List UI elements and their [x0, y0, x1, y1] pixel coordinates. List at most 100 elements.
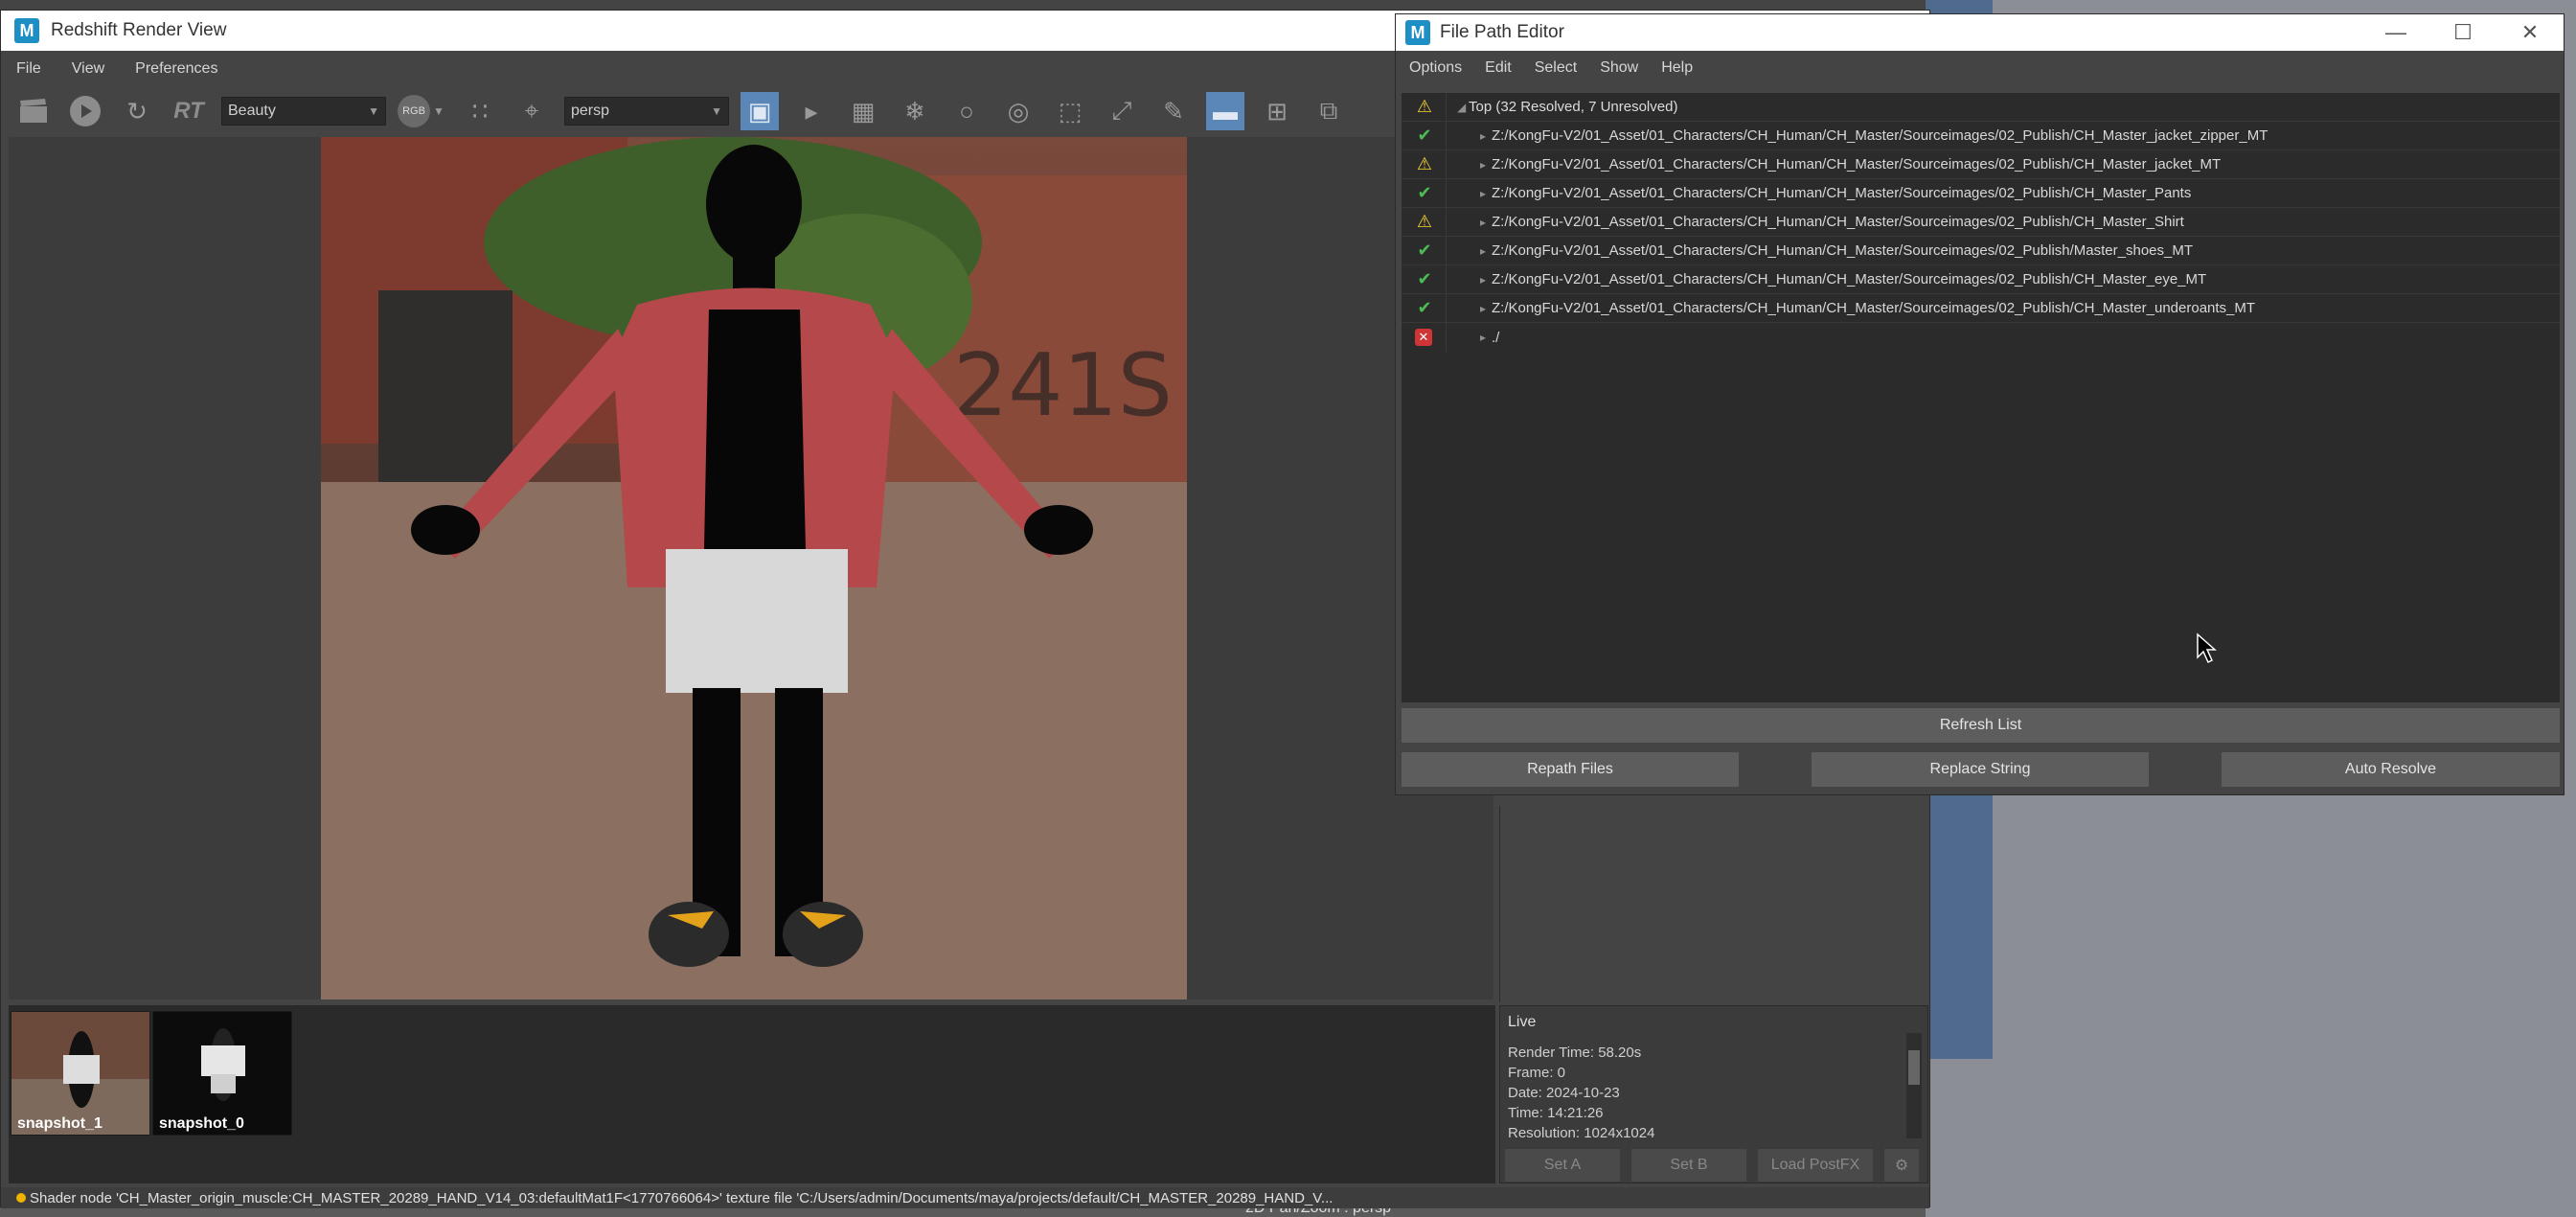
- warning-icon: ⚠: [1416, 97, 1433, 116]
- checkmark-icon: ✔: [1417, 241, 1432, 260]
- file-path-text: Z:/KongFu-V2/01_Asset/01_Characters/CH_H…: [1492, 271, 2207, 287]
- set-a-button[interactable]: Set A: [1505, 1149, 1620, 1182]
- checkmark-icon: ✔: [1417, 126, 1432, 145]
- tree-row-top[interactable]: ⚠ ◢ Top (32 Resolved, 7 Unresolved): [1402, 93, 2560, 122]
- snapshot-thumbnail[interactable]: snapshot_1: [11, 1011, 150, 1136]
- file-path-text: Z:/KongFu-V2/01_Asset/01_Characters/CH_H…: [1492, 127, 2268, 144]
- error-icon: ✕: [1415, 329, 1432, 346]
- set-b-button[interactable]: Set B: [1631, 1149, 1746, 1182]
- date-text: Date: 2024-10-23: [1508, 1085, 1620, 1101]
- chevron-down-icon[interactable]: ▼: [430, 92, 447, 130]
- file-path-text: Z:/KongFu-V2/01_Asset/01_Characters/CH_H…: [1492, 156, 2222, 172]
- svg-text:241S: 241S: [953, 335, 1173, 436]
- column-divider: [1446, 294, 1447, 322]
- chevron-right-icon[interactable]: ▸: [1480, 129, 1486, 143]
- menu-file[interactable]: File: [1, 60, 57, 78]
- maya-logo-icon: M: [1405, 20, 1430, 45]
- fpe-titlebar[interactable]: M File Path Editor — ☐ ✕: [1396, 14, 2564, 51]
- info-scrollbar[interactable]: [1906, 1033, 1922, 1138]
- snapshot-thumbnail[interactable]: snapshot_0: [152, 1011, 292, 1136]
- window-controls: — ☐ ✕: [2362, 14, 2564, 51]
- target-icon[interactable]: ◎: [999, 92, 1037, 130]
- file-path-editor-window: M File Path Editor — ☐ ✕ Options Edit Se…: [1395, 13, 2565, 795]
- refresh-list-button[interactable]: Refresh List: [1402, 708, 2560, 743]
- circle-icon[interactable]: ○: [947, 92, 986, 130]
- chevron-right-icon[interactable]: ▸: [1480, 331, 1486, 344]
- menu-edit[interactable]: Edit: [1473, 59, 1523, 77]
- lock-camera-icon[interactable]: ▣: [741, 92, 779, 130]
- table-row[interactable]: ✔ ▸ Z:/KongFu-V2/01_Asset/01_Characters/…: [1402, 122, 2560, 150]
- load-postfx-button[interactable]: Load PostFX: [1758, 1149, 1873, 1182]
- focus-icon[interactable]: ⬚: [1051, 92, 1089, 130]
- render-time-text: Render Time: 58.20s: [1508, 1045, 1642, 1061]
- snapshot-strip: snapshot_1 snapshot_0: [9, 1005, 1495, 1183]
- menu-select[interactable]: Select: [1523, 59, 1588, 77]
- aov-select[interactable]: Beauty ▼: [221, 97, 386, 126]
- table-row[interactable]: ✔ ▸ Z:/KongFu-V2/01_Asset/01_Characters/…: [1402, 294, 2560, 323]
- table-row[interactable]: ✔ ▸ Z:/KongFu-V2/01_Asset/01_Characters/…: [1402, 237, 2560, 265]
- table-row[interactable]: ✔ ▸ Z:/KongFu-V2/01_Asset/01_Characters/…: [1402, 179, 2560, 208]
- snowflake-icon[interactable]: ❄: [896, 92, 934, 130]
- column-divider: [1446, 237, 1447, 264]
- auto-resolve-button[interactable]: Auto Resolve: [2222, 752, 2560, 787]
- rgb-channel-button[interactable]: RGB: [398, 95, 430, 127]
- video-camera-icon[interactable]: ▸: [792, 92, 831, 130]
- time-text: Time: 14:21:26: [1508, 1105, 1604, 1121]
- grid-dots-icon[interactable]: ∷: [461, 92, 499, 130]
- gear-icon[interactable]: ⚙: [1884, 1149, 1919, 1182]
- table-row[interactable]: ✕ ▸ ./: [1402, 323, 2560, 352]
- menu-preferences[interactable]: Preferences: [120, 60, 233, 78]
- copy-icon[interactable]: ⧉: [1310, 92, 1348, 130]
- checkmark-icon: ✔: [1417, 269, 1432, 288]
- info-title: Live: [1508, 1014, 1537, 1030]
- chevron-right-icon[interactable]: ▸: [1480, 302, 1486, 315]
- snapshot-label: snapshot_0: [159, 1115, 244, 1132]
- camera-select[interactable]: persp ▼: [564, 97, 729, 126]
- chevron-right-icon[interactable]: ▸: [1480, 273, 1486, 287]
- status-dot-icon: [16, 1193, 26, 1203]
- repath-files-button[interactable]: Repath Files: [1402, 752, 1739, 787]
- menu-view[interactable]: View: [57, 60, 120, 78]
- warning-icon: ⚠: [1416, 154, 1433, 173]
- file-path-text: Z:/KongFu-V2/01_Asset/01_Characters/CH_H…: [1492, 214, 2184, 230]
- crop-icon[interactable]: ⌖: [513, 92, 551, 130]
- edit-region-icon[interactable]: ✎: [1154, 92, 1193, 130]
- menu-show[interactable]: Show: [1588, 59, 1650, 77]
- column-divider: [1446, 179, 1447, 207]
- chevron-down-icon[interactable]: ◢: [1457, 101, 1466, 114]
- close-icon[interactable]: ✕: [2496, 14, 2564, 51]
- render-viewport[interactable]: 241S: [9, 137, 1493, 999]
- table-row[interactable]: ⚠ ▸ Z:/KongFu-V2/01_Asset/01_Characters/…: [1402, 208, 2560, 237]
- minimize-icon[interactable]: —: [2362, 14, 2429, 51]
- refresh-icon[interactable]: ↻: [118, 92, 156, 130]
- bucket-grid-icon[interactable]: ▦: [844, 92, 882, 130]
- rt-button[interactable]: RT: [170, 92, 208, 130]
- chevron-right-icon[interactable]: ▸: [1480, 216, 1486, 229]
- file-path-text: ./: [1492, 329, 1500, 346]
- file-path-text: Z:/KongFu-V2/01_Asset/01_Characters/CH_H…: [1492, 185, 2192, 201]
- clapperboard-icon[interactable]: [14, 92, 53, 130]
- table-row[interactable]: ⚠ ▸ Z:/KongFu-V2/01_Asset/01_Characters/…: [1402, 150, 2560, 179]
- status-message: Shader node 'CH_Master_origin_muscle:CH_…: [30, 1189, 1334, 1206]
- chevron-down-icon: ▼: [711, 104, 722, 118]
- play-render-icon[interactable]: [66, 92, 104, 130]
- chevron-right-icon[interactable]: ▸: [1480, 187, 1486, 200]
- tree-row-label: Top (32 Resolved, 7 Unresolved): [1469, 99, 1678, 115]
- redshift-statusbar: Shader node 'CH_Master_origin_muscle:CH_…: [1, 1187, 1929, 1208]
- chevron-right-icon[interactable]: ▸: [1480, 244, 1486, 258]
- menu-help[interactable]: Help: [1650, 59, 1704, 77]
- window-title: File Path Editor: [1440, 22, 1564, 42]
- checkmark-icon: ✔: [1417, 183, 1432, 202]
- fit-view-icon[interactable]: ⤢: [1103, 92, 1141, 130]
- display-icon[interactable]: ▬: [1206, 92, 1244, 130]
- maximize-icon[interactable]: ☐: [2429, 14, 2496, 51]
- chevron-right-icon[interactable]: ▸: [1480, 158, 1486, 172]
- scrollbar-thumb[interactable]: [1908, 1050, 1920, 1085]
- table-row[interactable]: ✔ ▸ Z:/KongFu-V2/01_Asset/01_Characters/…: [1402, 265, 2560, 294]
- menu-options[interactable]: Options: [1398, 59, 1473, 77]
- column-divider: [1446, 208, 1447, 236]
- add-snapshot-icon[interactable]: ⊞: [1258, 92, 1296, 130]
- frame-text: Frame: 0: [1508, 1065, 1566, 1081]
- chevron-down-icon: ▼: [368, 104, 379, 118]
- replace-string-button[interactable]: Replace String: [1812, 752, 2149, 787]
